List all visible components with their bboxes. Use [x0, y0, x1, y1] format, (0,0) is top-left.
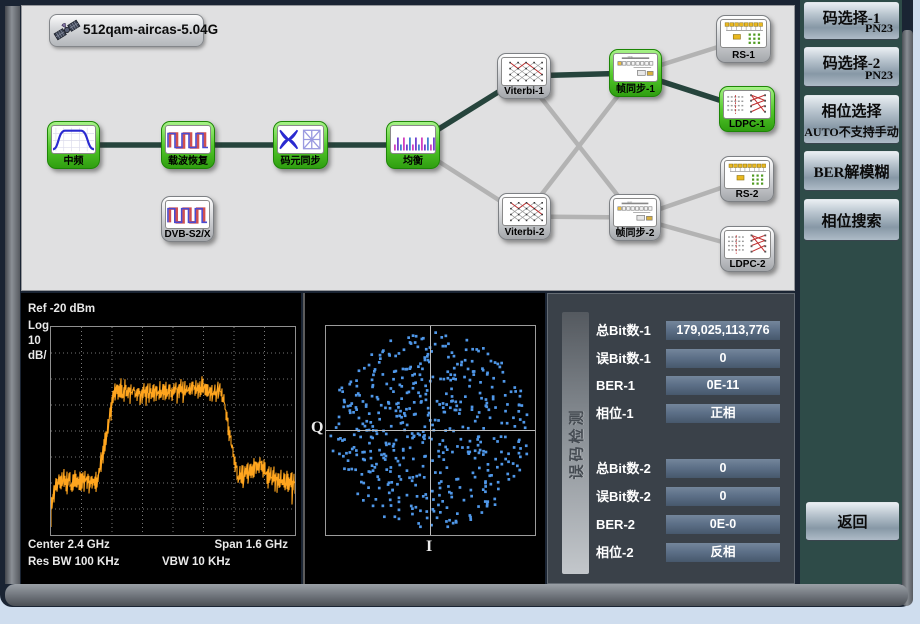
svg-text:sync: sync: [628, 56, 634, 59]
node-label-rs1: RS-1: [717, 50, 770, 61]
node-label-ldpc1: LDPC-1: [720, 119, 774, 130]
signal-source-button[interactable]: 512qam-aircas-5.04G: [49, 14, 204, 47]
signal-source-label: 512qam-aircas-5.04G: [83, 22, 218, 37]
signal-chain-diagram: 中频 载波恢复 码元同步 均衡 DVB-S2/X Viterbi-1 Viterbi-2 sy…: [21, 5, 795, 291]
center-freq-label: Center 2.4 GHz: [28, 539, 110, 551]
constellation-plot: [325, 325, 536, 536]
node-eq[interactable]: 均衡: [386, 121, 440, 169]
stat-label-g2-2: BER-2: [596, 515, 635, 534]
spectrum-plot: [50, 326, 296, 536]
stat-value-g1-1: 0: [666, 349, 780, 368]
stat-label-g1-1: 误Bit数-1: [596, 349, 651, 368]
window-frame-left: [5, 6, 20, 584]
app-window: 中频 载波恢复 码元同步 均衡 DVB-S2/X Viterbi-1 Viterbi-2 sy…: [0, 0, 913, 607]
node-rs2[interactable]: RS-2: [720, 156, 774, 202]
stat-value-g2-0: 0: [666, 459, 780, 478]
rs-coder-icon: [720, 19, 767, 48]
span-label: Span 1.6 GHz: [215, 539, 289, 551]
eye-diagram-icon: [277, 125, 324, 154]
sidebar-button-sublabel: PN23: [865, 68, 893, 83]
node-fsync1[interactable]: sync 帧同步-1: [609, 49, 662, 97]
trellis-icon: [501, 57, 547, 86]
equalizer-icon: [390, 125, 436, 154]
node-viterbi2[interactable]: Viterbi-2: [498, 193, 551, 240]
stat-label-g1-2: BER-1: [596, 376, 635, 395]
node-symsync[interactable]: 码元同步: [273, 121, 328, 169]
stat-value-g1-0: 179,025,113,776: [666, 321, 780, 340]
stat-value-g2-3: 反相: [666, 543, 780, 562]
node-label-carrier: 载波恢复: [162, 152, 214, 167]
node-label-viterbi1: Viterbi-1: [498, 86, 550, 97]
stat-label-g2-3: 相位-2: [596, 543, 634, 562]
back-button[interactable]: 返回: [806, 502, 899, 541]
trellis-icon: [502, 197, 547, 226]
node-label-symsync: 码元同步: [274, 152, 327, 167]
constellation-panel: Q I: [303, 293, 545, 584]
node-carrier[interactable]: 载波恢复: [161, 121, 215, 169]
ldpc-graph-icon: [724, 230, 771, 259]
stat-label-g2-0: 总Bit数-2: [596, 459, 651, 478]
sidebar-button-sublabel: AUTO不支持手动: [804, 123, 899, 140]
node-label-viterbi2: Viterbi-2: [499, 227, 550, 238]
stat-value-g1-3: 正相: [666, 404, 780, 423]
stat-value-g1-2: 0E-11: [666, 376, 780, 395]
node-if[interactable]: 中频: [47, 121, 100, 169]
scale-label-db: dB/: [28, 350, 47, 362]
ldpc-graph-icon: [723, 90, 771, 119]
squarewave-icon: [165, 200, 210, 229]
node-label-fsync1: 帧同步-1: [610, 80, 661, 95]
squarewave-icon: [165, 125, 211, 154]
stat-label-g2-1: 误Bit数-2: [596, 487, 651, 506]
sidebar-button-sublabel: PN23: [865, 21, 893, 36]
sidebar-menu: 码选择-1PN23 码选择-2PN23 相位选择 AUTO不支持手动 BER解模糊相位搜…: [800, 0, 902, 584]
rs-coder-icon: [724, 160, 770, 189]
node-ldpc1[interactable]: LDPC-1: [719, 86, 775, 132]
stat-label-g1-0: 总Bit数-1: [596, 321, 651, 340]
node-label-dvbs2x: DVB-S2/X: [162, 229, 213, 240]
scale-label-log: Log: [28, 320, 49, 332]
error-detection-title: 误码检测: [565, 407, 586, 479]
window-frame-right: [902, 30, 913, 606]
node-fsync2[interactable]: sync 帧同步-2: [609, 194, 661, 241]
node-viterbi1[interactable]: Viterbi-1: [497, 53, 551, 99]
error-detection-panel: 误码检测 总Bit数-1 179,025,113,776 误Bit数-1 0 BER-1…: [547, 293, 795, 584]
satellite-icon: [53, 17, 81, 43]
sidebar-button-3[interactable]: 相位选择 AUTO不支持手动: [804, 95, 899, 144]
rbw-label: Res BW 100 KHz: [28, 556, 119, 568]
stat-value-g2-2: 0E-0: [666, 515, 780, 534]
stat-label-g1-3: 相位-1: [596, 404, 634, 423]
node-rs1[interactable]: RS-1: [716, 15, 771, 63]
bandpass-icon: [51, 125, 96, 154]
sidebar-button-label: 相位选择: [804, 100, 899, 121]
q-axis-line: [430, 326, 431, 535]
sidebar-button-5[interactable]: 相位搜索: [804, 199, 899, 241]
node-label-fsync2: 帧同步-2: [610, 224, 660, 239]
error-detection-title-bar: 误码检测: [562, 312, 589, 574]
scale-label-10: 10: [28, 335, 41, 347]
sidebar-button-1[interactable]: 码选择-1PN23: [804, 2, 899, 40]
window-frame-bottom: [5, 584, 908, 606]
node-label-eq: 均衡: [387, 152, 439, 167]
ref-level-label: Ref -20 dBm: [28, 303, 95, 315]
node-label-if: 中频: [48, 152, 99, 167]
node-label-rs2: RS-2: [721, 189, 773, 200]
sidebar-button-2[interactable]: 码选择-2PN23: [804, 47, 899, 87]
q-axis-label: Q: [311, 419, 323, 437]
vbw-label: VBW 10 KHz: [162, 556, 230, 568]
framesync-icon: sync: [613, 53, 658, 82]
stat-value-g2-1: 0: [666, 487, 780, 506]
node-dvbs2x[interactable]: DVB-S2/X: [161, 196, 214, 242]
node-ldpc2[interactable]: LDPC-2: [720, 226, 775, 272]
i-axis-label: I: [426, 538, 432, 556]
svg-text:sync: sync: [627, 201, 633, 204]
framesync-icon: sync: [613, 198, 657, 227]
spectrum-panel: Ref -20 dBm Log 10 dB/ Center 2.4 GHz Sp…: [21, 293, 301, 584]
sidebar-button-4[interactable]: BER解模糊: [804, 151, 899, 191]
node-label-ldpc2: LDPC-2: [721, 259, 774, 270]
